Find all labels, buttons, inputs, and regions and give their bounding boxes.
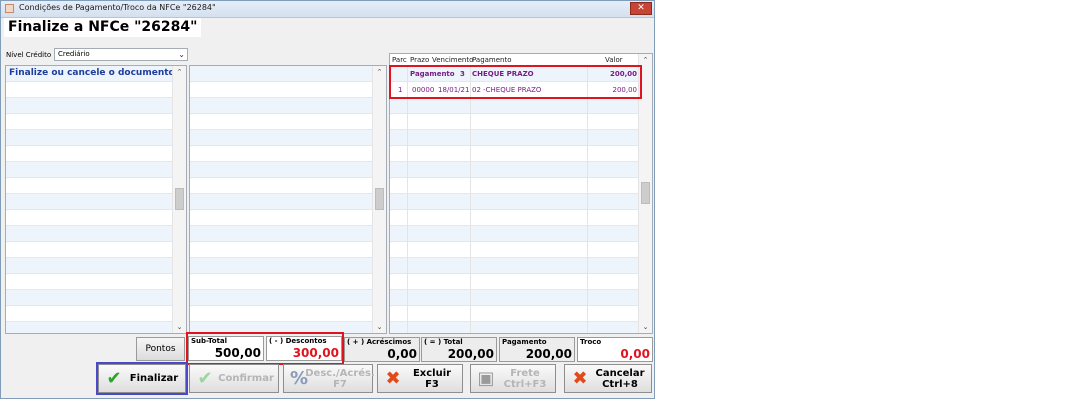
desc-acres-button[interactable]: % Desc./Acrés. F7 [283,364,375,393]
left-list-rows [6,66,173,333]
frete-button[interactable]: ▣ Frete Ctrl+F3 [470,364,556,393]
chevron-down-icon[interactable]: ⌄ [373,321,386,333]
total-value: 200,00 [447,347,494,361]
totals-highlight [186,332,344,365]
window-title: Condições de Pagamento/Troco da NFCe "26… [19,3,216,12]
nivel-credito-select[interactable]: Crediário ⌄ [54,48,188,61]
left-list-panel: Finalize ou cancele o documento ⌃ ⌄ [5,65,187,334]
acrescimos-field: ( + ) Acréscimos 0,00 [344,337,420,362]
chevron-down-icon[interactable]: ⌄ [173,321,186,333]
confirmar-label: Confirmar [218,373,274,384]
troco-value: 0,00 [620,347,650,361]
excluir-shortcut: F3 [425,378,439,390]
total-label: ( = ) Total [424,338,463,346]
left-scrollbar[interactable]: ⌃ ⌄ [172,66,186,333]
nivel-credito-value: Crediário [58,50,90,58]
nivel-credito-label: Nível Crédito [6,51,52,59]
col-prazo: Prazo [410,56,430,64]
grid-scroll-thumb[interactable] [641,182,650,204]
troco-label: Troco [580,338,602,346]
check-icon: ✔ [197,368,213,389]
col-valor: Valor [605,56,623,64]
acrescimos-value: 0,00 [387,347,417,361]
payment-dialog: Condições de Pagamento/Troco da NFCe "26… [0,0,655,399]
chevron-up-icon[interactable]: ⌃ [373,66,386,78]
chevron-up-icon[interactable]: ⌃ [173,66,186,78]
excluir-label: Excluir [412,367,452,379]
page-title: Finalize a NFCe "26284" [4,18,202,37]
frete-label: Frete [510,367,540,379]
troco-field: Troco 0,00 [577,337,653,362]
middle-list-rows [190,66,373,333]
middle-scrollbar[interactable]: ⌃ ⌄ [372,66,386,333]
col-pagamento: Pagamento [472,56,512,64]
cancelar-shortcut: Ctrl+8 [602,378,638,390]
pagamento-label: Pagamento [502,338,547,346]
frete-shortcut: Ctrl+F3 [503,378,547,390]
pagamento-field: Pagamento 200,00 [499,337,575,362]
grid-rows [390,66,639,333]
app-icon [5,4,14,13]
status-message: Finalize ou cancele o documento [9,68,175,78]
truck-icon: ▣ [477,368,495,389]
left-scroll-thumb[interactable] [175,188,184,210]
col-vencimento: Vencimento [432,56,474,64]
acrescimos-label: ( + ) Acréscimos [347,338,412,346]
x-icon: ✖ [572,368,588,389]
desc-acres-label: Desc./Acrés. [305,367,375,379]
chevron-down-icon[interactable]: ⌄ [639,321,652,333]
pontos-button[interactable]: Pontos [136,337,185,361]
x-icon: ✖ [385,368,401,389]
chevron-down-icon: ⌄ [178,50,185,59]
cancelar-button[interactable]: ✖ Cancelar Ctrl+8 [564,364,652,393]
title-bar: Condições de Pagamento/Troco da NFCe "26… [1,1,654,18]
middle-scroll-thumb[interactable] [375,188,384,210]
excluir-button[interactable]: ✖ Excluir F3 [377,364,463,393]
confirmar-button[interactable]: ✔ Confirmar [189,364,279,393]
pagamento-value: 200,00 [525,347,572,361]
cancelar-label: Cancelar [595,367,645,379]
finalizar-highlight [96,362,188,395]
close-icon[interactable]: ✕ [630,2,652,15]
desc-acres-shortcut: F7 [333,378,347,390]
middle-list-panel: ⌃ ⌄ [189,65,387,334]
total-field: ( = ) Total 200,00 [421,337,497,362]
col-parc: Parc [392,56,407,64]
payment-highlight [389,65,642,99]
